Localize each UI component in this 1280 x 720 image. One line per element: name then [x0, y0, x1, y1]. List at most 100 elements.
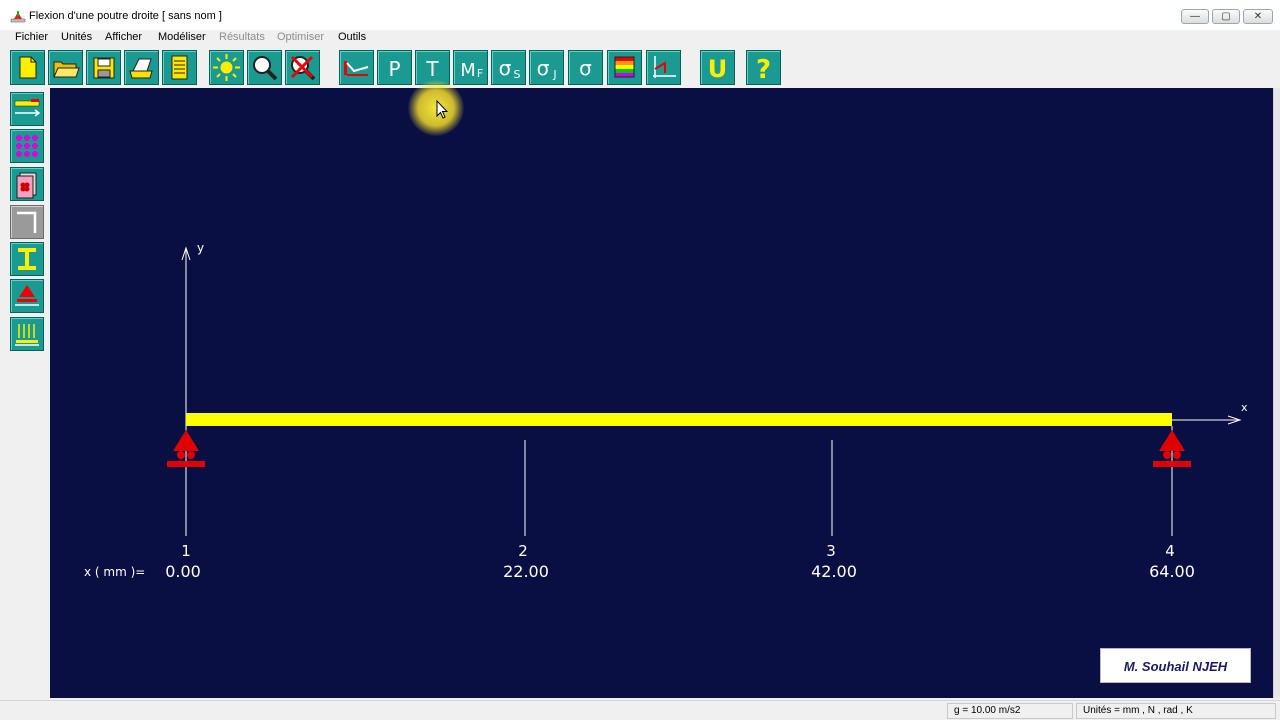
zoom-cancel-button[interactable]: [285, 50, 320, 85]
distributed-load-button[interactable]: [10, 317, 44, 351]
svg-text:F: F: [477, 67, 483, 80]
status-bar: g = 10.00 m/s2 Unités = mm , N , rad , K: [0, 700, 1280, 720]
sun-icon: [213, 54, 240, 81]
maximize-button[interactable]: ▢: [1212, 9, 1240, 24]
u-profile-button[interactable]: U: [700, 50, 735, 85]
svg-text:J: J: [552, 68, 556, 81]
color-scale-icon: [614, 56, 635, 78]
beam[interactable]: [186, 413, 1172, 426]
sigma-j-button[interactable]: σJ: [529, 50, 564, 85]
deflection-button[interactable]: [339, 50, 374, 85]
node-number: 2: [518, 542, 528, 560]
left-toolbar: [0, 87, 48, 700]
svg-text:σ: σ: [499, 56, 512, 80]
node-x-value: 0.00: [165, 562, 201, 581]
corner-section-button[interactable]: [10, 205, 44, 239]
print-button[interactable]: [124, 50, 159, 85]
notepad-button[interactable]: [162, 50, 197, 85]
node-x-value: 42.00: [811, 562, 857, 581]
support-node-1[interactable]: [167, 426, 205, 536]
sigma-button[interactable]: σ: [568, 50, 603, 85]
minimize-button[interactable]: —: [1181, 9, 1209, 24]
print-icon: [129, 58, 153, 79]
node-number: 3: [826, 542, 836, 560]
node-x-value: 64.00: [1149, 562, 1195, 581]
shear-t-icon: T: [425, 57, 439, 81]
sigma-s-button[interactable]: σS: [491, 50, 526, 85]
p-icon: P: [388, 57, 400, 81]
save-disk-icon: [93, 57, 115, 79]
svg-text:U: U: [708, 55, 728, 83]
author-signature: M. Souhail NJEH: [1100, 648, 1251, 683]
svg-text:M: M: [460, 60, 476, 81]
title-bar: Flexion d'une poutre droite [ sans nom ]…: [0, 0, 1280, 30]
beam-length-button[interactable]: [10, 92, 44, 126]
support-node-4[interactable]: [1153, 426, 1191, 536]
menu-afficher[interactable]: Afficher: [105, 31, 142, 43]
node-number: 4: [1165, 542, 1175, 560]
color-scale-button[interactable]: [607, 50, 642, 85]
menu-resultats[interactable]: Résultats: [219, 31, 265, 43]
u-profile-icon: U: [708, 55, 728, 83]
help-question-icon: ?: [756, 55, 771, 84]
support-icon: [15, 285, 39, 306]
app-icon: [10, 11, 26, 23]
node-x-value: 22.00: [503, 562, 549, 581]
gravity-status: g = 10.00 m/s2: [947, 703, 1073, 719]
new-file-icon: [19, 56, 37, 79]
maximize-icon: ▢: [1221, 11, 1231, 22]
toolbar: P T MF σS σJ σ U ?: [0, 47, 1280, 87]
sigma-s-icon: σS: [499, 56, 521, 81]
minimize-icon: —: [1190, 11, 1200, 22]
sun-button[interactable]: [209, 50, 244, 85]
menu-optimiser[interactable]: Optimiser: [277, 31, 324, 43]
help-button[interactable]: ?: [746, 50, 781, 85]
zoom-button[interactable]: [247, 50, 282, 85]
support-button[interactable]: [10, 279, 44, 313]
sigma-j-icon: σJ: [537, 56, 557, 81]
save-button[interactable]: [86, 50, 121, 85]
x-axis-label: x: [1241, 401, 1248, 414]
window-title: Flexion d'une poutre droite [ sans nom ]: [29, 10, 222, 22]
bending-moment-icon: MF: [460, 60, 483, 81]
zoom-magnifier-icon: [253, 56, 278, 81]
material-grid-icon: [16, 135, 38, 157]
menu-modeliser[interactable]: Modéliser: [158, 31, 206, 43]
right-edge-bar: [1273, 88, 1280, 698]
i-beam-section-button[interactable]: [10, 242, 44, 276]
x-position-prefix: x ( mm )=: [84, 565, 145, 579]
sigma-icon: σ: [579, 56, 592, 80]
deflection-curve-icon: [344, 61, 369, 76]
author-name: M. Souhail NJEH: [1123, 659, 1228, 674]
bending-moment-button[interactable]: MF: [453, 50, 488, 85]
node-number: 1: [181, 542, 191, 560]
open-folder-icon: [53, 61, 80, 78]
svg-text:σ: σ: [579, 56, 592, 80]
y-axis-label: y: [197, 241, 204, 255]
axes-button[interactable]: [646, 50, 681, 85]
open-button[interactable]: [48, 50, 83, 85]
material-book-button[interactable]: [10, 167, 44, 201]
svg-text:S: S: [514, 68, 521, 81]
beam-length-icon: [14, 99, 41, 117]
svg-text:T: T: [425, 57, 439, 81]
beam-drawing-canvas[interactable]: y x 1 2 3 4 x ( mm )= 0.00 22.00 42.00 6…: [50, 88, 1273, 698]
p-button[interactable]: P: [377, 50, 412, 85]
menu-bar: Fichier Unités Afficher Modéliser Résult…: [0, 30, 1280, 46]
notepad-icon: [171, 55, 188, 80]
i-beam-section-icon: [18, 248, 36, 270]
units-status: Unités = mm , N , rad , K: [1076, 703, 1276, 719]
menu-outils[interactable]: Outils: [338, 31, 366, 43]
menu-fichier[interactable]: Fichier: [15, 31, 48, 43]
zoom-cancel-icon: [290, 55, 316, 81]
material-book-icon: [16, 172, 37, 199]
material-grid-button[interactable]: [10, 129, 44, 163]
menu-unites[interactable]: Unités: [61, 31, 92, 43]
distributed-load-icon: [15, 324, 39, 346]
corner-section-icon: [17, 211, 37, 233]
svg-text:σ: σ: [537, 56, 550, 80]
new-file-button[interactable]: [10, 50, 45, 85]
mouse-pointer-icon: [436, 100, 448, 119]
close-button[interactable]: ✕: [1243, 9, 1273, 24]
axes-icon: [653, 56, 676, 78]
